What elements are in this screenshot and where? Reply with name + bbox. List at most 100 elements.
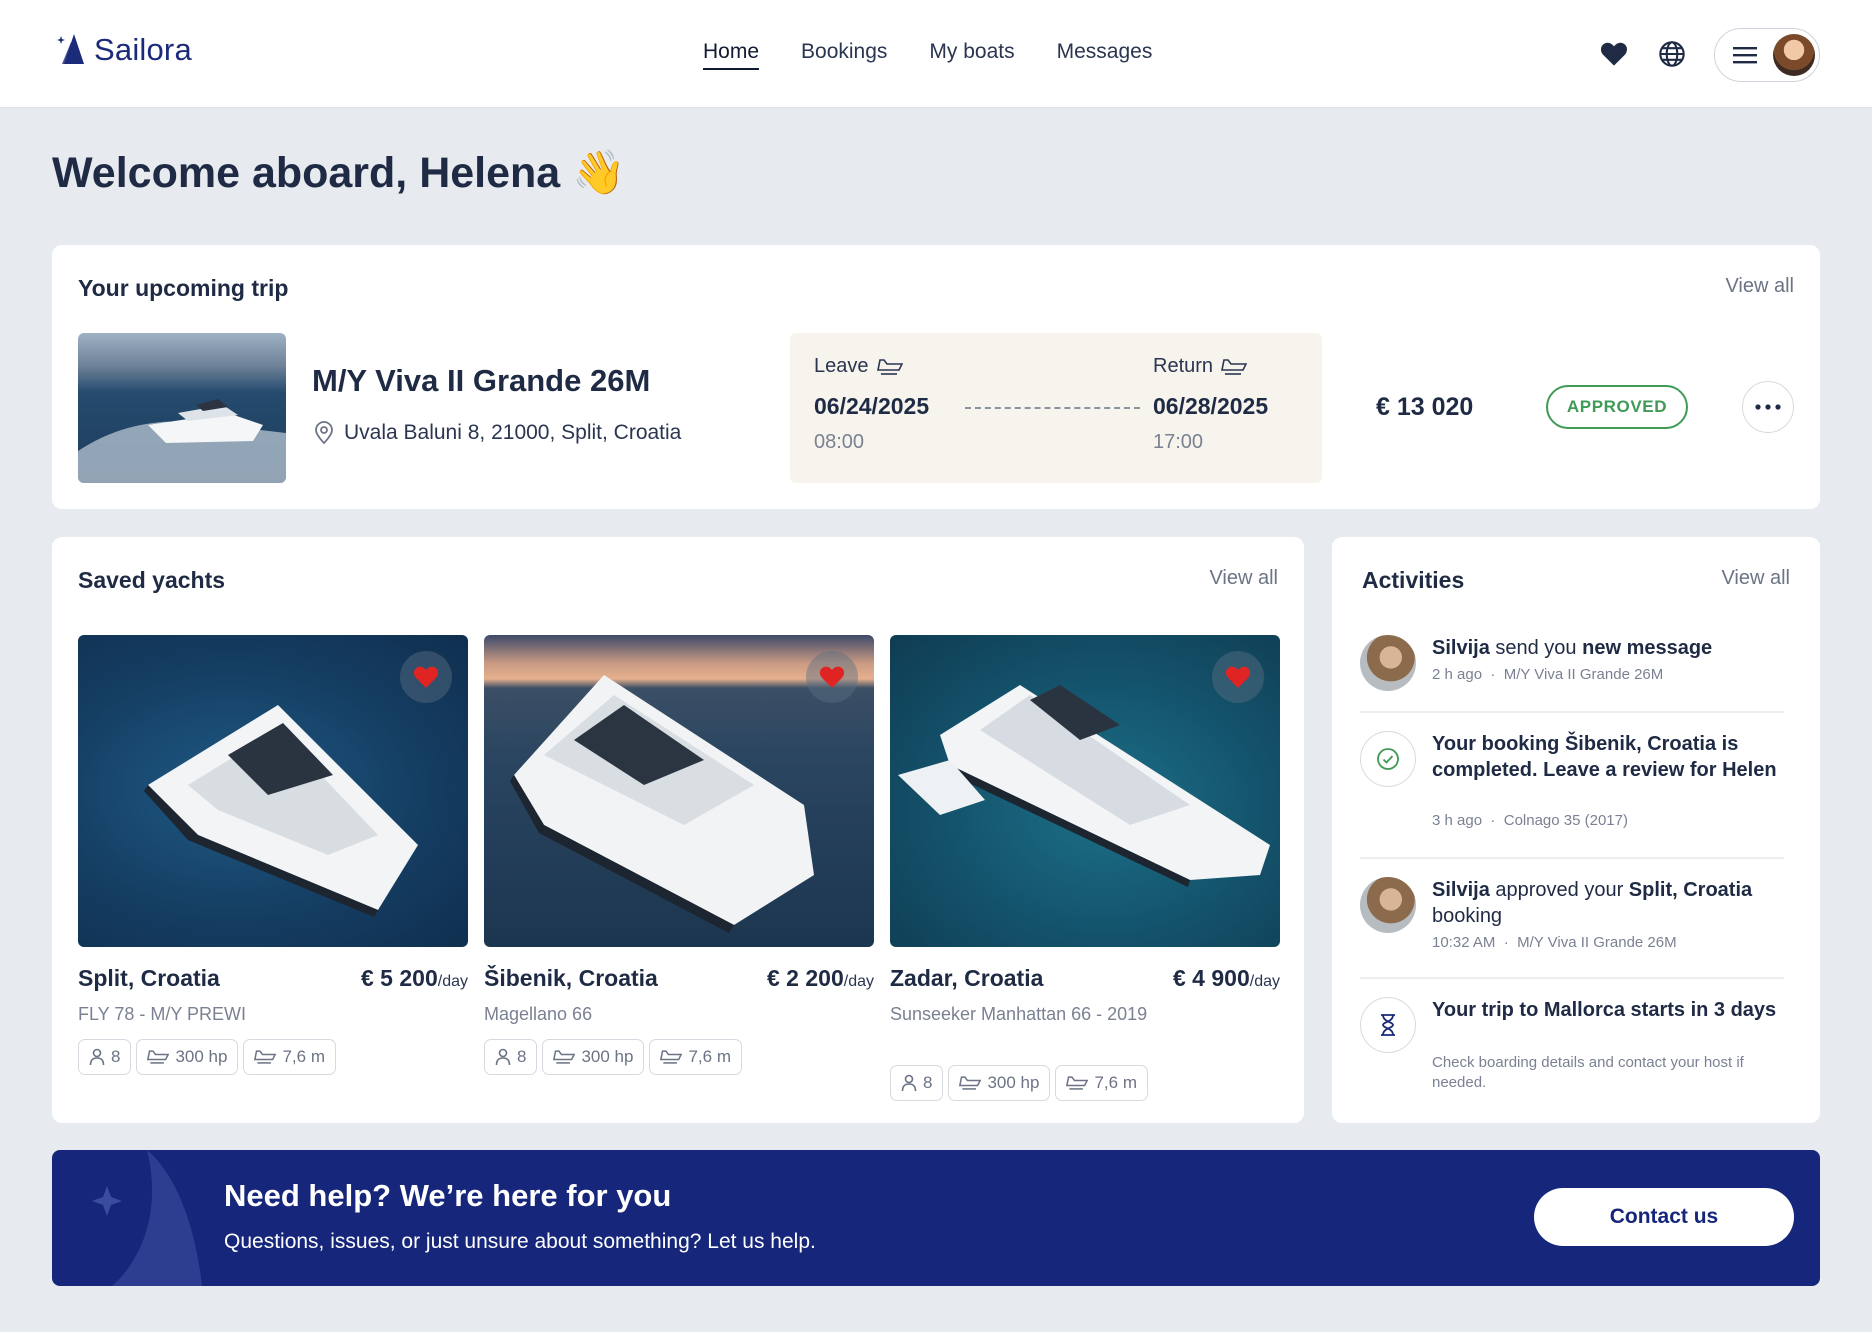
more-horizontal-icon xyxy=(1755,404,1781,410)
unsave-heart-button[interactable] xyxy=(806,651,858,703)
activities-view-all-link[interactable]: View all xyxy=(1721,567,1790,590)
yacht-specs: 8 300 hp 7,6 m xyxy=(890,1065,1148,1101)
activity-description: Check boarding details and contact your … xyxy=(1432,1054,1744,1091)
unsave-heart-button[interactable] xyxy=(1212,651,1264,703)
heart-filled-icon xyxy=(819,666,845,688)
yacht-specs: 8 300 hp 7,6 m xyxy=(484,1039,742,1075)
activity-item[interactable]: Silvija send you new message 2 h ago · M… xyxy=(1360,635,1784,705)
boat-icon xyxy=(553,1050,576,1064)
power-value: 300 hp xyxy=(175,1047,228,1066)
favorites-heart-icon[interactable] xyxy=(1598,38,1630,70)
help-subtitle: Questions, issues, or just unsure about … xyxy=(224,1230,816,1253)
trip-boat-image[interactable] xyxy=(78,333,286,483)
person-icon xyxy=(89,1048,105,1066)
saved-yachts-card: Saved yachts View all Split, Croatia € 5… xyxy=(52,537,1304,1123)
activity-meta: 3 h ago · Colnago 35 (2017) xyxy=(1432,811,1784,831)
boat-icon xyxy=(254,1050,277,1064)
length-value: 7,6 m xyxy=(688,1047,731,1066)
activity-object: Split, Croatia xyxy=(1628,879,1753,901)
activity-object: new message xyxy=(1582,637,1713,659)
length-chip: 7,6 m xyxy=(649,1039,742,1075)
activity-item[interactable]: Your booking Šibenik, Croatia is complet… xyxy=(1360,731,1784,835)
divider xyxy=(1360,977,1784,979)
yacht-price-value: € 2 200 xyxy=(767,965,844,991)
divider xyxy=(1360,711,1784,713)
saved-yachts-view-all-link[interactable]: View all xyxy=(1209,567,1278,590)
yacht-image[interactable] xyxy=(78,635,468,947)
yacht-location[interactable]: Split, Croatia xyxy=(78,965,220,992)
activity-time: 10:32 AM xyxy=(1432,934,1496,951)
boat-icon xyxy=(147,1050,170,1064)
activity-reference: Colnago 35 (2017) xyxy=(1503,812,1628,829)
activities-title: Activities xyxy=(1362,567,1465,593)
hamburger-menu-icon xyxy=(1733,47,1757,64)
heart-filled-icon xyxy=(1225,666,1251,688)
trip-price: € 13 020 xyxy=(1376,393,1474,421)
leave-label-text: Leave xyxy=(814,355,869,377)
logo-text: Sailora xyxy=(94,32,192,67)
yacht-card[interactable]: Zadar, Croatia € 4 900/day Sunseeker Man… xyxy=(890,635,1280,1101)
nav-messages[interactable]: Messages xyxy=(1057,40,1153,70)
activity-text: Silvija approved your Split, Croatia boo… xyxy=(1432,877,1784,929)
upcoming-trip-view-all-link[interactable]: View all xyxy=(1725,275,1794,298)
yacht-location[interactable]: Šibenik, Croatia xyxy=(484,965,658,992)
per-day-unit: /day xyxy=(843,973,874,990)
location-pin-icon xyxy=(315,421,333,445)
upcoming-trip-title: Your upcoming trip xyxy=(78,275,289,301)
waving-hand-emoji: 👋 xyxy=(572,149,626,197)
logo[interactable]: Sailora xyxy=(56,32,192,68)
person-icon xyxy=(495,1048,511,1066)
leave-time: 08:00 xyxy=(814,431,865,453)
date-range-divider xyxy=(965,407,1140,409)
nav-my-boats[interactable]: My boats xyxy=(929,40,1014,70)
help-title: Need help? We’re here for you xyxy=(224,1178,672,1213)
divider xyxy=(1360,857,1784,859)
nav-bookings[interactable]: Bookings xyxy=(801,40,887,70)
person-icon xyxy=(901,1074,917,1092)
guests-value: 8 xyxy=(923,1073,933,1092)
heart-filled-icon xyxy=(413,666,439,688)
activity-reference: M/Y Viva II Grande 26M xyxy=(1517,934,1677,951)
upcoming-trip-card: Your upcoming trip View all M/Y Viva II … xyxy=(52,245,1820,509)
boat-icon xyxy=(1066,1076,1089,1090)
status-badge: APPROVED xyxy=(1546,385,1688,429)
more-options-button[interactable] xyxy=(1742,381,1794,433)
contact-us-button[interactable]: Contact us xyxy=(1534,1188,1794,1246)
activity-suffix: booking xyxy=(1432,905,1503,927)
activity-actor: Silvija xyxy=(1432,637,1490,659)
globe-icon[interactable] xyxy=(1656,38,1688,70)
avatar xyxy=(1360,877,1416,933)
power-value: 300 hp xyxy=(581,1047,634,1066)
activity-time: 3 h ago xyxy=(1432,812,1483,829)
yacht-price-value: € 4 900 xyxy=(1173,965,1250,991)
yacht-image[interactable] xyxy=(890,635,1280,947)
yacht-card[interactable]: Split, Croatia € 5 200/day FLY 78 - M/Y … xyxy=(78,635,468,1075)
length-value: 7,6 m xyxy=(282,1047,325,1066)
main-nav: Home Bookings My boats Messages xyxy=(703,40,1152,70)
help-banner: Need help? We’re here for you Questions,… xyxy=(52,1150,1820,1286)
activity-item[interactable]: Your trip to Mallorca starts in 3 days C… xyxy=(1360,997,1784,1097)
meta-separator: · xyxy=(1490,666,1496,683)
guests-chip: 8 xyxy=(78,1039,132,1075)
leave-label: Leave xyxy=(814,355,903,378)
activity-text: Your booking Šibenik, Croatia is complet… xyxy=(1432,733,1777,781)
meta-separator: · xyxy=(1503,934,1509,951)
sailboat-logo-icon xyxy=(57,34,84,64)
boat-icon xyxy=(660,1050,683,1064)
meta-separator: · xyxy=(1490,812,1496,829)
yacht-card[interactable]: Šibenik, Croatia € 2 200/day Magellano 6… xyxy=(484,635,874,1075)
guests-chip: 8 xyxy=(890,1065,944,1101)
trip-boat-name[interactable]: M/Y Viva II Grande 26M xyxy=(312,363,650,399)
user-menu-button[interactable] xyxy=(1714,28,1820,82)
boat-icon xyxy=(876,358,903,375)
activity-item[interactable]: Silvija approved your Split, Croatia boo… xyxy=(1360,877,1784,957)
power-value: 300 hp xyxy=(987,1073,1040,1092)
activity-meta: 10:32 AM · M/Y Viva II Grande 26M xyxy=(1432,933,1784,953)
power-chip: 300 hp xyxy=(136,1039,239,1075)
yacht-image[interactable] xyxy=(484,635,874,947)
unsave-heart-button[interactable] xyxy=(400,651,452,703)
power-chip: 300 hp xyxy=(542,1039,645,1075)
nav-home[interactable]: Home xyxy=(703,40,760,70)
yacht-price-value: € 5 200 xyxy=(361,965,438,991)
yacht-location[interactable]: Zadar, Croatia xyxy=(890,965,1043,992)
